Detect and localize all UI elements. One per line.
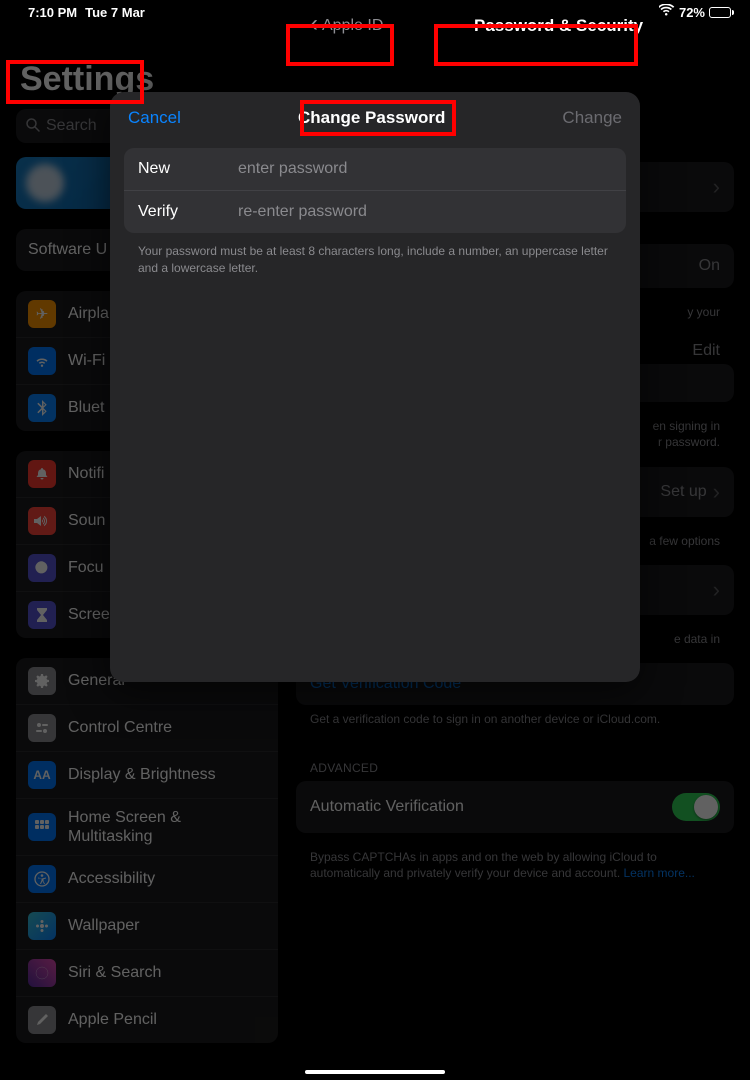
accessibility-icon bbox=[28, 865, 56, 893]
change-button[interactable]: Change bbox=[562, 108, 622, 128]
avatar bbox=[26, 164, 64, 202]
verify-password-label: Verify bbox=[138, 203, 238, 221]
back-button[interactable]: ‹ Apple ID bbox=[310, 12, 383, 40]
verify-password-input[interactable] bbox=[238, 203, 612, 221]
airplane-icon: ✈ bbox=[28, 300, 56, 328]
bell-icon bbox=[28, 460, 56, 488]
siri-icon bbox=[28, 959, 56, 987]
sidebar-item-apple-pencil[interactable]: Apple Pencil bbox=[16, 996, 278, 1043]
grid-icon bbox=[28, 813, 56, 841]
change-password-modal: Cancel Change Password Change New Verify… bbox=[110, 92, 640, 682]
bluetooth-icon bbox=[28, 394, 56, 422]
chevron-left-icon: ‹ bbox=[310, 10, 318, 38]
wifi-icon bbox=[28, 347, 56, 375]
sliders-icon bbox=[28, 714, 56, 742]
hourglass-icon bbox=[28, 601, 56, 629]
row-auto-verification[interactable]: Automatic Verification bbox=[296, 781, 734, 833]
sidebar-item-display[interactable]: AA Display & Brightness bbox=[16, 751, 278, 798]
section-header-advanced: ADVANCED bbox=[296, 743, 734, 781]
toggle-auto-verification[interactable] bbox=[672, 793, 720, 821]
detail-header: ‹ Apple ID Password & Security bbox=[0, 4, 750, 48]
cancel-button[interactable]: Cancel bbox=[128, 108, 181, 128]
verify-password-field[interactable]: Verify bbox=[124, 190, 626, 233]
sidebar-item-wallpaper[interactable]: Wallpaper bbox=[16, 902, 278, 949]
password-hint: Your password must be at least 8 charact… bbox=[124, 233, 626, 287]
sidebar-item-control-centre[interactable]: Control Centre bbox=[16, 704, 278, 751]
gear-icon bbox=[28, 667, 56, 695]
speaker-icon bbox=[28, 507, 56, 535]
text-size-icon: AA bbox=[28, 761, 56, 789]
chevron-right-icon: › bbox=[713, 577, 720, 603]
search-icon bbox=[26, 118, 40, 135]
back-label: Apple ID bbox=[322, 17, 383, 35]
search-placeholder: Search bbox=[46, 117, 97, 135]
new-password-field[interactable]: New bbox=[124, 148, 626, 190]
flower-icon bbox=[28, 912, 56, 940]
sidebar-item-siri[interactable]: Siri & Search bbox=[16, 949, 278, 996]
pencil-icon bbox=[28, 1006, 56, 1034]
new-password-input[interactable] bbox=[238, 160, 612, 178]
sidebar-item-home-screen[interactable]: Home Screen & Multitasking bbox=[16, 798, 278, 855]
caption-verif: Get a verification code to sign in on an… bbox=[296, 705, 734, 743]
sidebar-item-accessibility[interactable]: Accessibility bbox=[16, 855, 278, 902]
home-indicator[interactable] bbox=[305, 1070, 445, 1074]
page-title: Password & Security bbox=[474, 16, 643, 36]
modal-title: Change Password bbox=[298, 108, 445, 128]
chevron-right-icon: › bbox=[713, 174, 720, 200]
new-password-label: New bbox=[138, 160, 238, 178]
learn-more-link[interactable]: Learn more... bbox=[624, 866, 695, 880]
chevron-right-icon: › bbox=[713, 479, 720, 505]
caption-auto-verif: Bypass CAPTCHAs in apps and on the web b… bbox=[296, 843, 734, 897]
moon-icon bbox=[28, 554, 56, 582]
